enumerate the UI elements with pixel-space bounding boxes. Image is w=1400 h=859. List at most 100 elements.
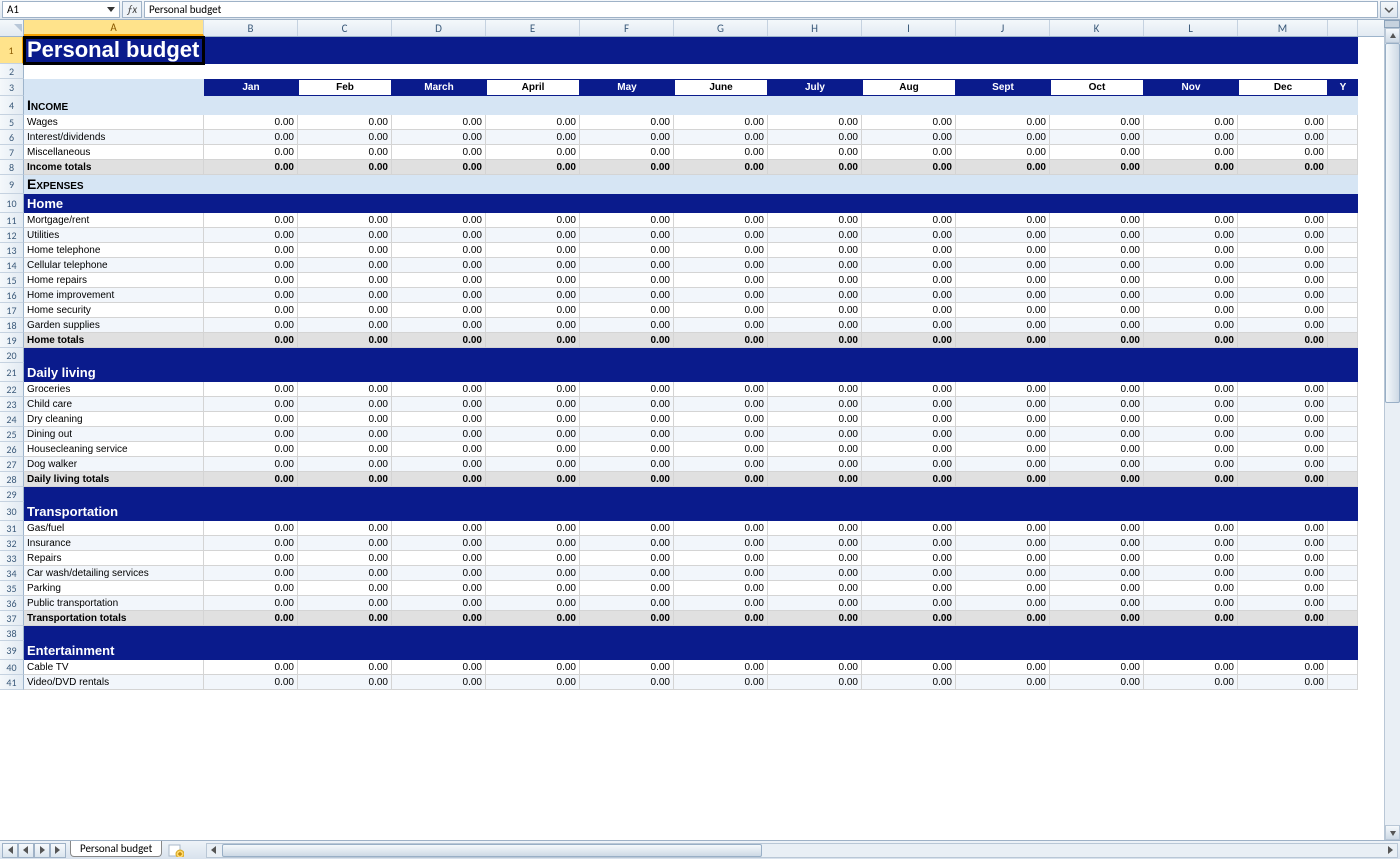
col-header-C[interactable]: C xyxy=(298,20,392,36)
select-all-corner[interactable] xyxy=(0,20,24,36)
cell-H25[interactable]: 0.00 xyxy=(768,427,862,442)
row-header-40[interactable]: 40 xyxy=(0,660,24,675)
cell-B11[interactable]: 0.00 xyxy=(204,213,298,228)
row-header-17[interactable]: 17 xyxy=(0,303,24,318)
cell-K14[interactable]: 0.00 xyxy=(1050,258,1144,273)
cell-D1[interactable] xyxy=(392,37,486,64)
row-header-28[interactable]: 28 xyxy=(0,472,24,487)
cell-K28[interactable]: 0.00 xyxy=(1050,472,1144,487)
cell-L13[interactable]: 0.00 xyxy=(1144,243,1238,258)
cell-L22[interactable]: 0.00 xyxy=(1144,382,1238,397)
cell-C27[interactable]: 0.00 xyxy=(298,457,392,472)
cell-E10[interactable] xyxy=(486,194,580,213)
cell-B2[interactable] xyxy=(204,64,298,79)
cell-E27[interactable]: 0.00 xyxy=(486,457,580,472)
new-sheet-icon[interactable] xyxy=(166,843,186,857)
cell-G35[interactable]: 0.00 xyxy=(674,581,768,596)
cell-partial-34[interactable] xyxy=(1328,566,1358,581)
cell-partial-30[interactable] xyxy=(1328,502,1358,521)
col-header-F[interactable]: F xyxy=(580,20,674,36)
cell-E35[interactable]: 0.00 xyxy=(486,581,580,596)
cell-partial-41[interactable] xyxy=(1328,675,1358,690)
cell-D33[interactable]: 0.00 xyxy=(392,551,486,566)
cell-D10[interactable] xyxy=(392,194,486,213)
cell-partial-28[interactable] xyxy=(1328,472,1358,487)
cell-L38[interactable] xyxy=(1144,626,1238,641)
cell-J1[interactable] xyxy=(956,37,1050,64)
cell-G3[interactable]: June xyxy=(674,79,768,96)
cell-I1[interactable] xyxy=(862,37,956,64)
cell-partial-11[interactable] xyxy=(1328,213,1358,228)
cell-C25[interactable]: 0.00 xyxy=(298,427,392,442)
cell-J24[interactable]: 0.00 xyxy=(956,412,1050,427)
cell-K20[interactable] xyxy=(1050,348,1144,363)
row-header-8[interactable]: 8 xyxy=(0,160,24,175)
cell-D16[interactable]: 0.00 xyxy=(392,288,486,303)
cell-H24[interactable]: 0.00 xyxy=(768,412,862,427)
cell-I20[interactable] xyxy=(862,348,956,363)
cell-J38[interactable] xyxy=(956,626,1050,641)
cell-M22[interactable]: 0.00 xyxy=(1238,382,1328,397)
row-header-2[interactable]: 2 xyxy=(0,64,24,79)
cell-D5[interactable]: 0.00 xyxy=(392,115,486,130)
cell-J22[interactable]: 0.00 xyxy=(956,382,1050,397)
cell-K33[interactable]: 0.00 xyxy=(1050,551,1144,566)
cell-D2[interactable] xyxy=(392,64,486,79)
cell-D18[interactable]: 0.00 xyxy=(392,318,486,333)
cell-H31[interactable]: 0.00 xyxy=(768,521,862,536)
cell-I41[interactable]: 0.00 xyxy=(862,675,956,690)
cell-B23[interactable]: 0.00 xyxy=(204,397,298,412)
col-header-H[interactable]: H xyxy=(768,20,862,36)
cell-E34[interactable]: 0.00 xyxy=(486,566,580,581)
cell-H28[interactable]: 0.00 xyxy=(768,472,862,487)
cell-I29[interactable] xyxy=(862,487,956,502)
cell-F40[interactable]: 0.00 xyxy=(580,660,674,675)
cell-J25[interactable]: 0.00 xyxy=(956,427,1050,442)
cell-G16[interactable]: 0.00 xyxy=(674,288,768,303)
cell-F3[interactable]: May xyxy=(580,79,674,96)
cell-H38[interactable] xyxy=(768,626,862,641)
cell-B30[interactable] xyxy=(204,502,298,521)
cell-F39[interactable] xyxy=(580,641,674,660)
cell-H39[interactable] xyxy=(768,641,862,660)
cell-M2[interactable] xyxy=(1238,64,1328,79)
cell-A39[interactable]: Entertainment xyxy=(24,641,204,660)
cell-I6[interactable]: 0.00 xyxy=(862,130,956,145)
vscroll-thumb[interactable] xyxy=(1385,43,1400,403)
cell-M20[interactable] xyxy=(1238,348,1328,363)
row-header-7[interactable]: 7 xyxy=(0,145,24,160)
cell-D9[interactable] xyxy=(392,175,486,194)
cell-partial-2[interactable] xyxy=(1328,64,1358,79)
cell-M38[interactable] xyxy=(1238,626,1328,641)
cell-C40[interactable]: 0.00 xyxy=(298,660,392,675)
cell-F4[interactable] xyxy=(580,96,674,115)
cell-J29[interactable] xyxy=(956,487,1050,502)
cell-D29[interactable] xyxy=(392,487,486,502)
cell-M21[interactable] xyxy=(1238,363,1328,382)
cell-G40[interactable]: 0.00 xyxy=(674,660,768,675)
cell-B14[interactable]: 0.00 xyxy=(204,258,298,273)
cell-A15[interactable]: Home repairs xyxy=(24,273,204,288)
cell-L33[interactable]: 0.00 xyxy=(1144,551,1238,566)
cell-F35[interactable]: 0.00 xyxy=(580,581,674,596)
cell-M15[interactable]: 0.00 xyxy=(1238,273,1328,288)
cell-B34[interactable]: 0.00 xyxy=(204,566,298,581)
cell-H15[interactable]: 0.00 xyxy=(768,273,862,288)
horizontal-scrollbar[interactable] xyxy=(206,843,1398,858)
row-header-12[interactable]: 12 xyxy=(0,228,24,243)
cell-C5[interactable]: 0.00 xyxy=(298,115,392,130)
cell-L8[interactable]: 0.00 xyxy=(1144,160,1238,175)
cell-K4[interactable] xyxy=(1050,96,1144,115)
cell-M37[interactable]: 0.00 xyxy=(1238,611,1328,626)
cell-G9[interactable] xyxy=(674,175,768,194)
cell-H12[interactable]: 0.00 xyxy=(768,228,862,243)
cell-I21[interactable] xyxy=(862,363,956,382)
cell-G37[interactable]: 0.00 xyxy=(674,611,768,626)
cell-I12[interactable]: 0.00 xyxy=(862,228,956,243)
row-header-14[interactable]: 14 xyxy=(0,258,24,273)
cell-H21[interactable] xyxy=(768,363,862,382)
cell-E6[interactable]: 0.00 xyxy=(486,130,580,145)
cell-M18[interactable]: 0.00 xyxy=(1238,318,1328,333)
cell-C2[interactable] xyxy=(298,64,392,79)
cell-E16[interactable]: 0.00 xyxy=(486,288,580,303)
